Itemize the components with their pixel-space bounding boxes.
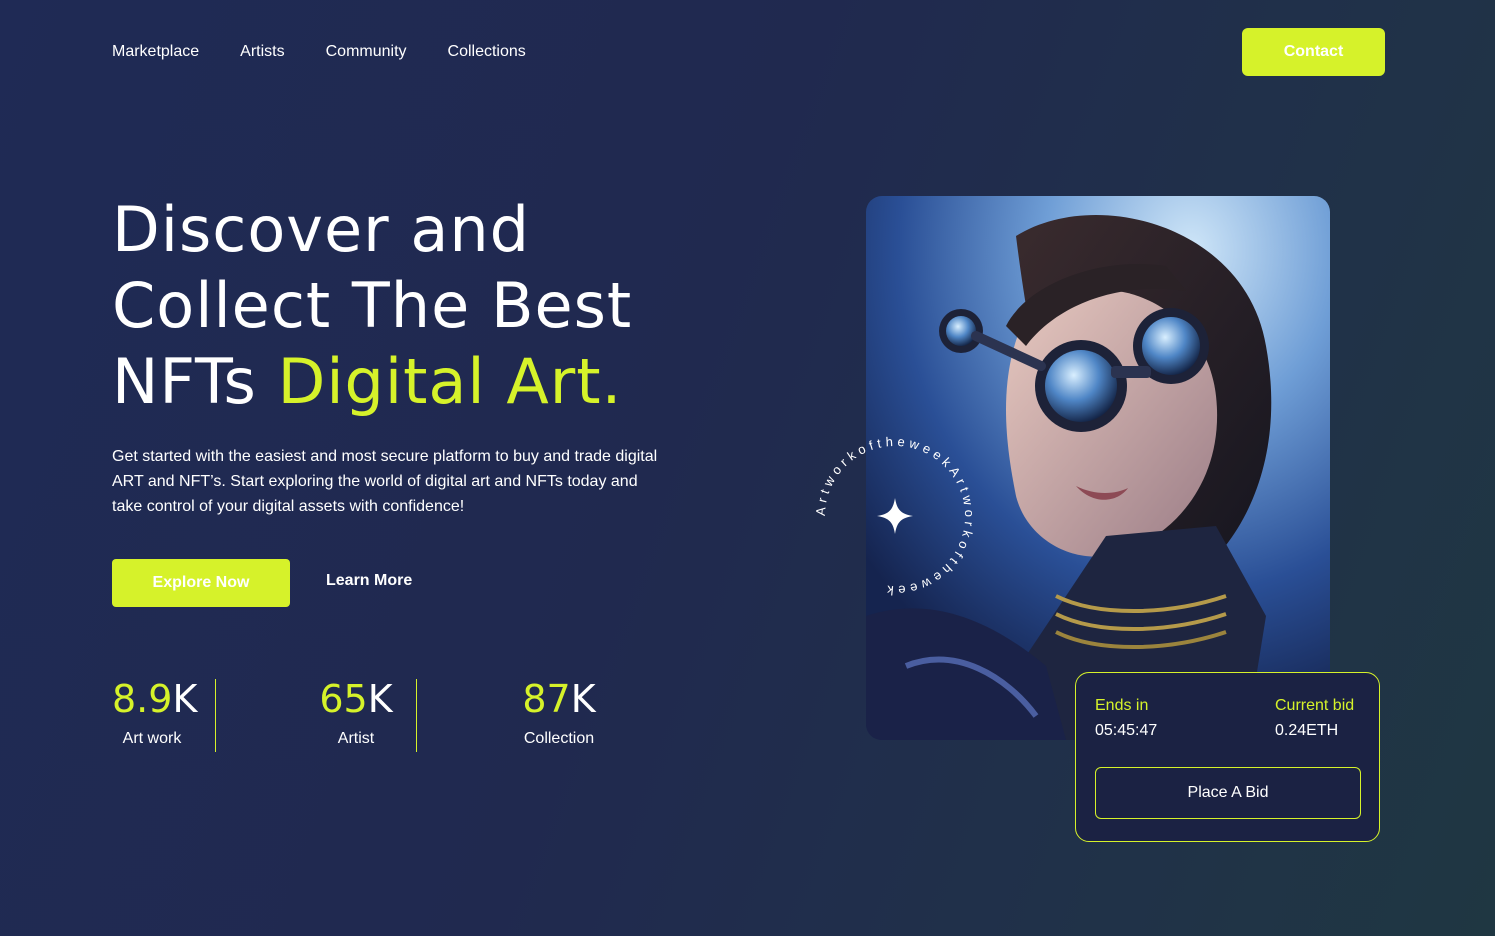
stat-collection-value: 87K <box>522 677 596 721</box>
headline-accent: Digital Art. <box>277 345 623 418</box>
stat-artwork: 8.9K Art work <box>112 676 198 748</box>
stat-artist: 65K Artist <box>316 676 396 748</box>
headline-line-3: NFTs <box>112 345 278 418</box>
current-bid-value: 0.24ETH <box>1275 722 1339 739</box>
headline-line-1: Discover and <box>112 193 530 266</box>
stat-artwork-label: Art work <box>122 730 182 747</box>
sparkle-icon <box>877 498 913 534</box>
auction-current-bid: Current bid 0.24ETH <box>1275 695 1354 743</box>
stat-artist-label: Artist <box>337 730 375 747</box>
auction-card: Ends in 05:45:47 Current bid 0.24ETH Pla… <box>1075 672 1380 842</box>
headline-line-2: Collect The Best <box>112 269 633 342</box>
hero-description: Get started with the easiest and most se… <box>112 448 658 515</box>
artwork-of-the-week-badge: ArtworkoftheweekArtworkoftheweek <box>815 436 973 596</box>
stat-divider <box>215 679 216 752</box>
stat-collection: 87K Collection <box>514 676 604 748</box>
learn-more-button[interactable]: Learn More <box>326 572 412 590</box>
nav-collections[interactable]: Collections <box>448 42 526 62</box>
main-nav: Marketplace Artists Community Collection… <box>112 42 567 62</box>
current-bid-label: Current bid <box>1275 697 1355 714</box>
nav-marketplace[interactable]: Marketplace <box>112 42 199 62</box>
explore-now-button[interactable]: Explore Now <box>112 559 290 607</box>
nav-artists[interactable]: Artists <box>240 42 284 62</box>
ends-in-label: Ends in <box>1095 697 1149 714</box>
stat-divider <box>416 679 417 752</box>
contact-button[interactable]: Contact <box>1242 28 1385 76</box>
auction-ends: Ends in 05:45:47 <box>1095 695 1157 743</box>
stat-artwork-value: 8.9K <box>112 677 198 721</box>
stat-collection-label: Collection <box>523 730 595 747</box>
place-bid-button[interactable]: Place A Bid <box>1095 767 1361 819</box>
countdown-timer: 05:45:47 <box>1095 722 1158 739</box>
hero-headline: Discover and Collect The Best NFTs Digit… <box>112 192 732 420</box>
nav-community[interactable]: Community <box>326 42 407 62</box>
stat-artist-value: 65K <box>319 677 393 721</box>
